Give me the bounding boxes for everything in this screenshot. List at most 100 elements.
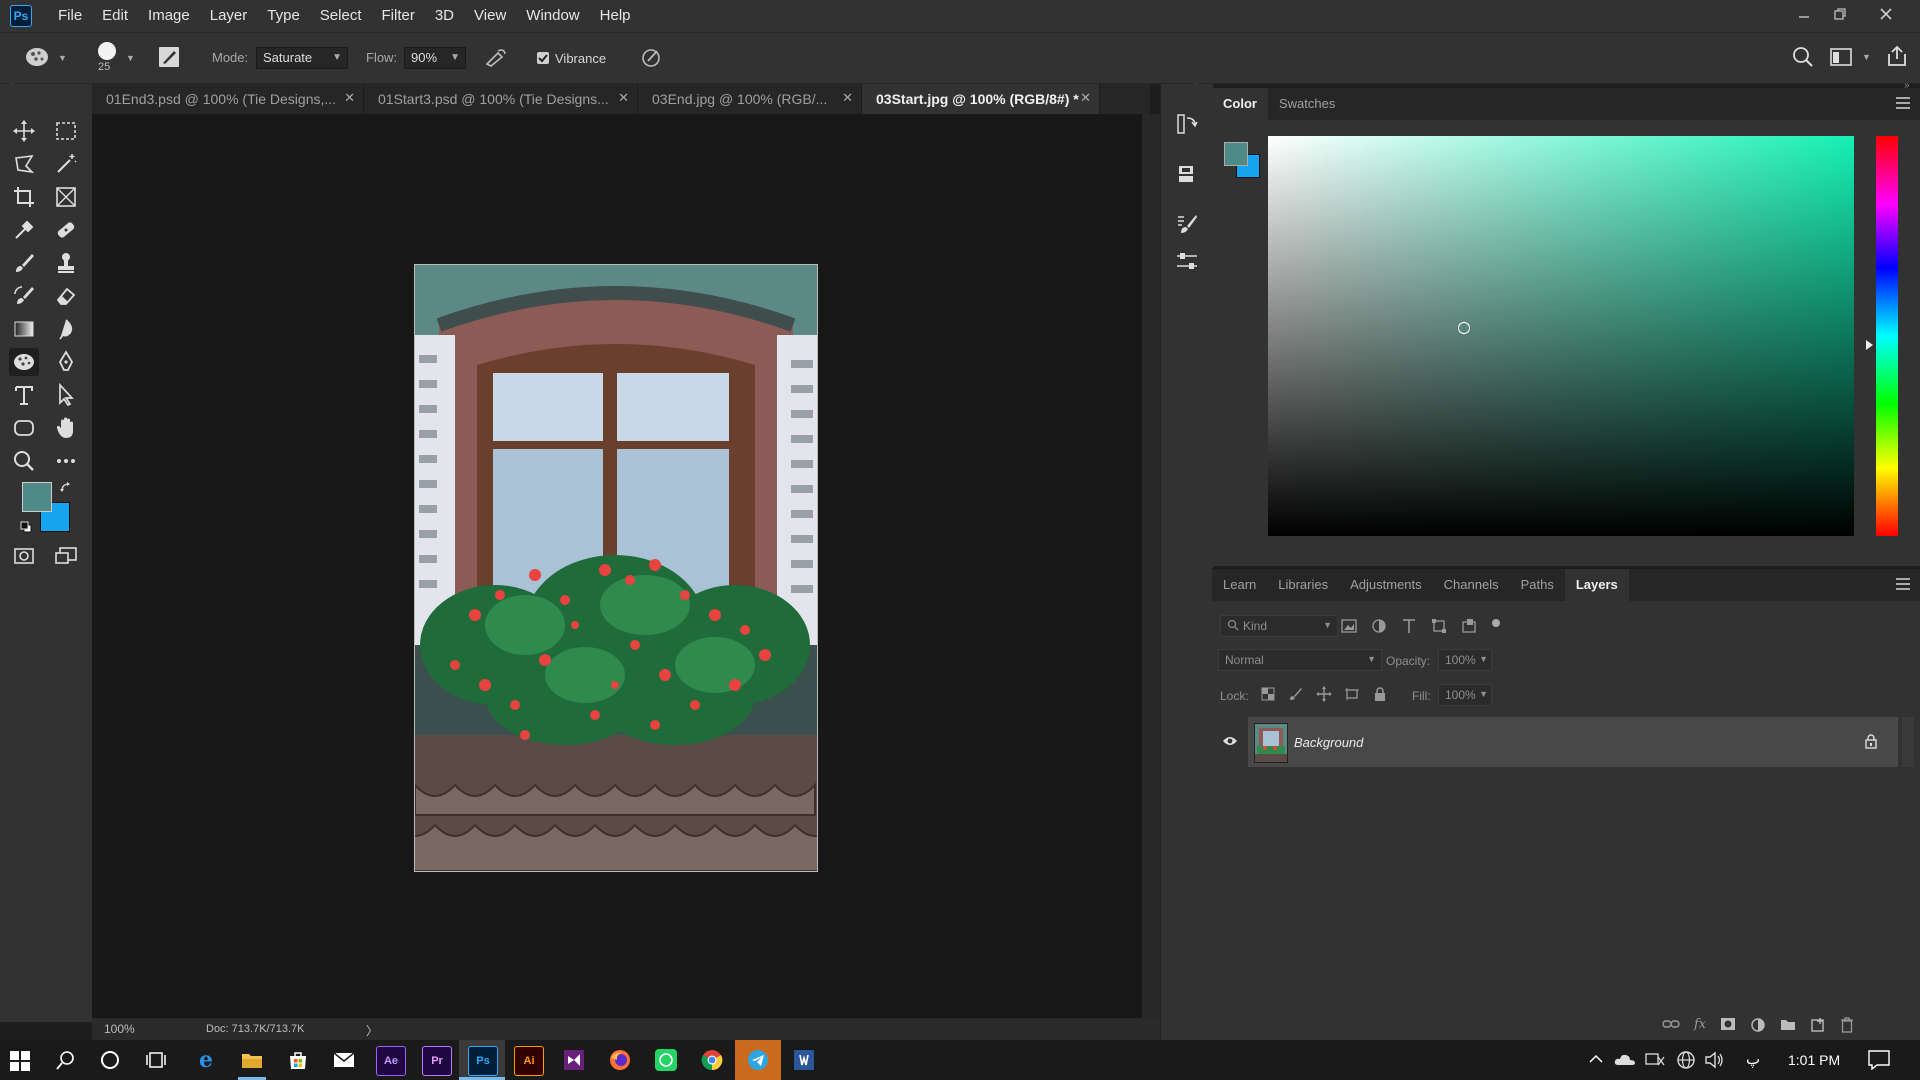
hue-slider-handle-icon[interactable] [1866,340,1873,350]
filter-shape-icon[interactable] [1430,617,1448,635]
crop-tool-icon[interactable] [9,183,39,211]
lock-pixels-icon[interactable] [1288,686,1304,702]
menu-edit[interactable]: Edit [92,0,138,32]
workspace-icon[interactable] [1830,47,1852,67]
show-hidden-icons-icon[interactable] [1588,1052,1604,1066]
minimize-button[interactable] [1786,0,1822,28]
foreground-color-swatch[interactable] [22,482,52,512]
type-tool-icon[interactable] [9,381,39,409]
blur-tool-icon[interactable] [51,315,81,343]
healing-brush-tool-icon[interactable] [51,216,81,244]
eyedropper-tool-icon[interactable] [9,216,39,244]
brush-settings-icon[interactable] [158,46,180,68]
input-indicator-icon[interactable] [1644,1051,1666,1069]
new-layer-icon[interactable] [1810,1017,1826,1033]
menu-type[interactable]: Type [257,0,310,32]
color-picker-cursor[interactable] [1458,322,1470,334]
tab-libraries[interactable]: Libraries [1267,569,1339,601]
tab-layers[interactable]: Layers [1564,569,1629,601]
mode-select[interactable]: Saturate ▼ [256,47,348,69]
store-icon[interactable] [284,1046,312,1074]
chevron-down-icon[interactable]: ▼ [126,53,135,63]
sponge-tool-icon[interactable] [9,348,39,376]
flow-input[interactable]: 90% ▼ [404,47,466,69]
3d-panel-icon[interactable] [1175,162,1199,186]
filter-smart-object-icon[interactable] [1460,617,1478,635]
lock-position-icon[interactable] [1316,686,1332,702]
document-image[interactable] [414,264,818,872]
network-globe-icon[interactable] [1676,1050,1696,1070]
lock-artboard-icon[interactable] [1344,686,1360,702]
clock-time[interactable]: 1:01 PM [1788,1052,1840,1068]
brush-preview-icon[interactable] [98,42,116,60]
close-tab-icon[interactable]: ✕ [344,90,355,106]
tab-paths[interactable]: Paths [1510,569,1565,601]
tab-color[interactable]: Color [1212,88,1268,120]
pressure-size-icon[interactable] [640,46,664,68]
quick-mask-icon[interactable] [9,542,39,570]
filter-pixel-icon[interactable] [1340,617,1358,635]
canvas-area[interactable] [92,114,1142,1018]
tab-swatches[interactable]: Swatches [1268,88,1346,120]
layer-row[interactable]: Background [1212,717,1898,767]
menu-filter[interactable]: Filter [372,0,425,32]
filter-adjustment-icon[interactable] [1370,617,1388,635]
brush-settings-panel-icon[interactable] [1175,212,1199,236]
vibrance-checkbox[interactable] [537,52,549,64]
shape-tool-icon[interactable] [9,414,39,442]
swap-colors-icon[interactable] [60,482,72,494]
link-layers-icon[interactable] [1662,1017,1680,1033]
lasso-tool-icon[interactable] [9,150,39,178]
layer-style-icon[interactable]: fx [1694,1017,1706,1033]
hue-slider[interactable] [1876,136,1898,536]
magic-wand-tool-icon[interactable] [51,150,81,178]
layers-scrollbar[interactable] [1902,717,1914,767]
tab-03start[interactable]: 03Start.jpg @ 100% (RGB/8#) * ✕ [862,84,1100,114]
color-field[interactable] [1268,136,1854,536]
task-view-icon[interactable] [146,1050,166,1070]
visual-studio-icon[interactable] [560,1046,588,1074]
menu-image[interactable]: Image [138,0,200,32]
clone-stamp-tool-icon[interactable] [51,249,81,277]
blend-mode-select[interactable]: Normal ▼ [1218,649,1382,671]
file-explorer-icon[interactable] [238,1046,266,1074]
panel-menu-icon[interactable] [1896,97,1910,112]
close-tab-icon[interactable]: ✕ [618,90,629,106]
notifications-icon[interactable] [1868,1050,1890,1070]
language-indicator[interactable]: پ [1746,1050,1760,1068]
lock-transparency-icon[interactable] [1260,686,1276,702]
properties-panel-icon[interactable] [1175,249,1199,273]
close-tab-icon[interactable]: ✕ [1080,90,1091,106]
close-tab-icon[interactable]: ✕ [842,90,853,106]
menu-select[interactable]: Select [310,0,372,32]
filter-toggle-icon[interactable] [1490,617,1502,635]
canvas-vertical-scrollbar[interactable] [1142,114,1160,1018]
cortana-icon[interactable] [100,1050,120,1070]
menu-3d[interactable]: 3D [425,0,464,32]
delete-layer-icon[interactable] [1840,1017,1854,1033]
history-panel-icon[interactable] [1175,112,1199,136]
sponge-tool-preset-icon[interactable] [24,45,52,69]
share-icon[interactable] [1886,45,1908,67]
telegram-icon[interactable] [744,1046,772,1074]
opacity-input[interactable]: 100% ▼ [1438,649,1492,671]
close-window-button[interactable] [1868,0,1904,28]
tab-03end[interactable]: 03End.jpg @ 100% (RGB/... ✕ [638,84,862,114]
path-selection-tool-icon[interactable] [51,381,81,409]
chevron-down-icon[interactable]: ▼ [1862,52,1871,62]
color-panel-foreground-swatch[interactable] [1224,142,1248,166]
menu-file[interactable]: File [48,0,92,32]
layer-filter-select[interactable]: Kind ▼ [1220,615,1338,637]
restore-button[interactable] [1822,0,1858,28]
move-tool-icon[interactable] [9,117,39,145]
volume-icon[interactable] [1704,1050,1724,1070]
eraser-tool-icon[interactable] [51,282,81,310]
zoom-tool-icon[interactable] [9,447,39,475]
panel-menu-icon[interactable] [1896,578,1910,593]
tab-01start3[interactable]: 01Start3.psd @ 100% (Tie Designs... ✕ [364,84,638,114]
lock-all-icon[interactable] [1372,686,1388,702]
after-effects-icon[interactable]: Ae [376,1046,406,1076]
illustrator-icon[interactable]: Ai [514,1046,544,1076]
tab-01end3[interactable]: 01End3.psd @ 100% (Tie Designs,... ✕ [92,84,364,114]
airbrush-icon[interactable] [484,46,508,68]
